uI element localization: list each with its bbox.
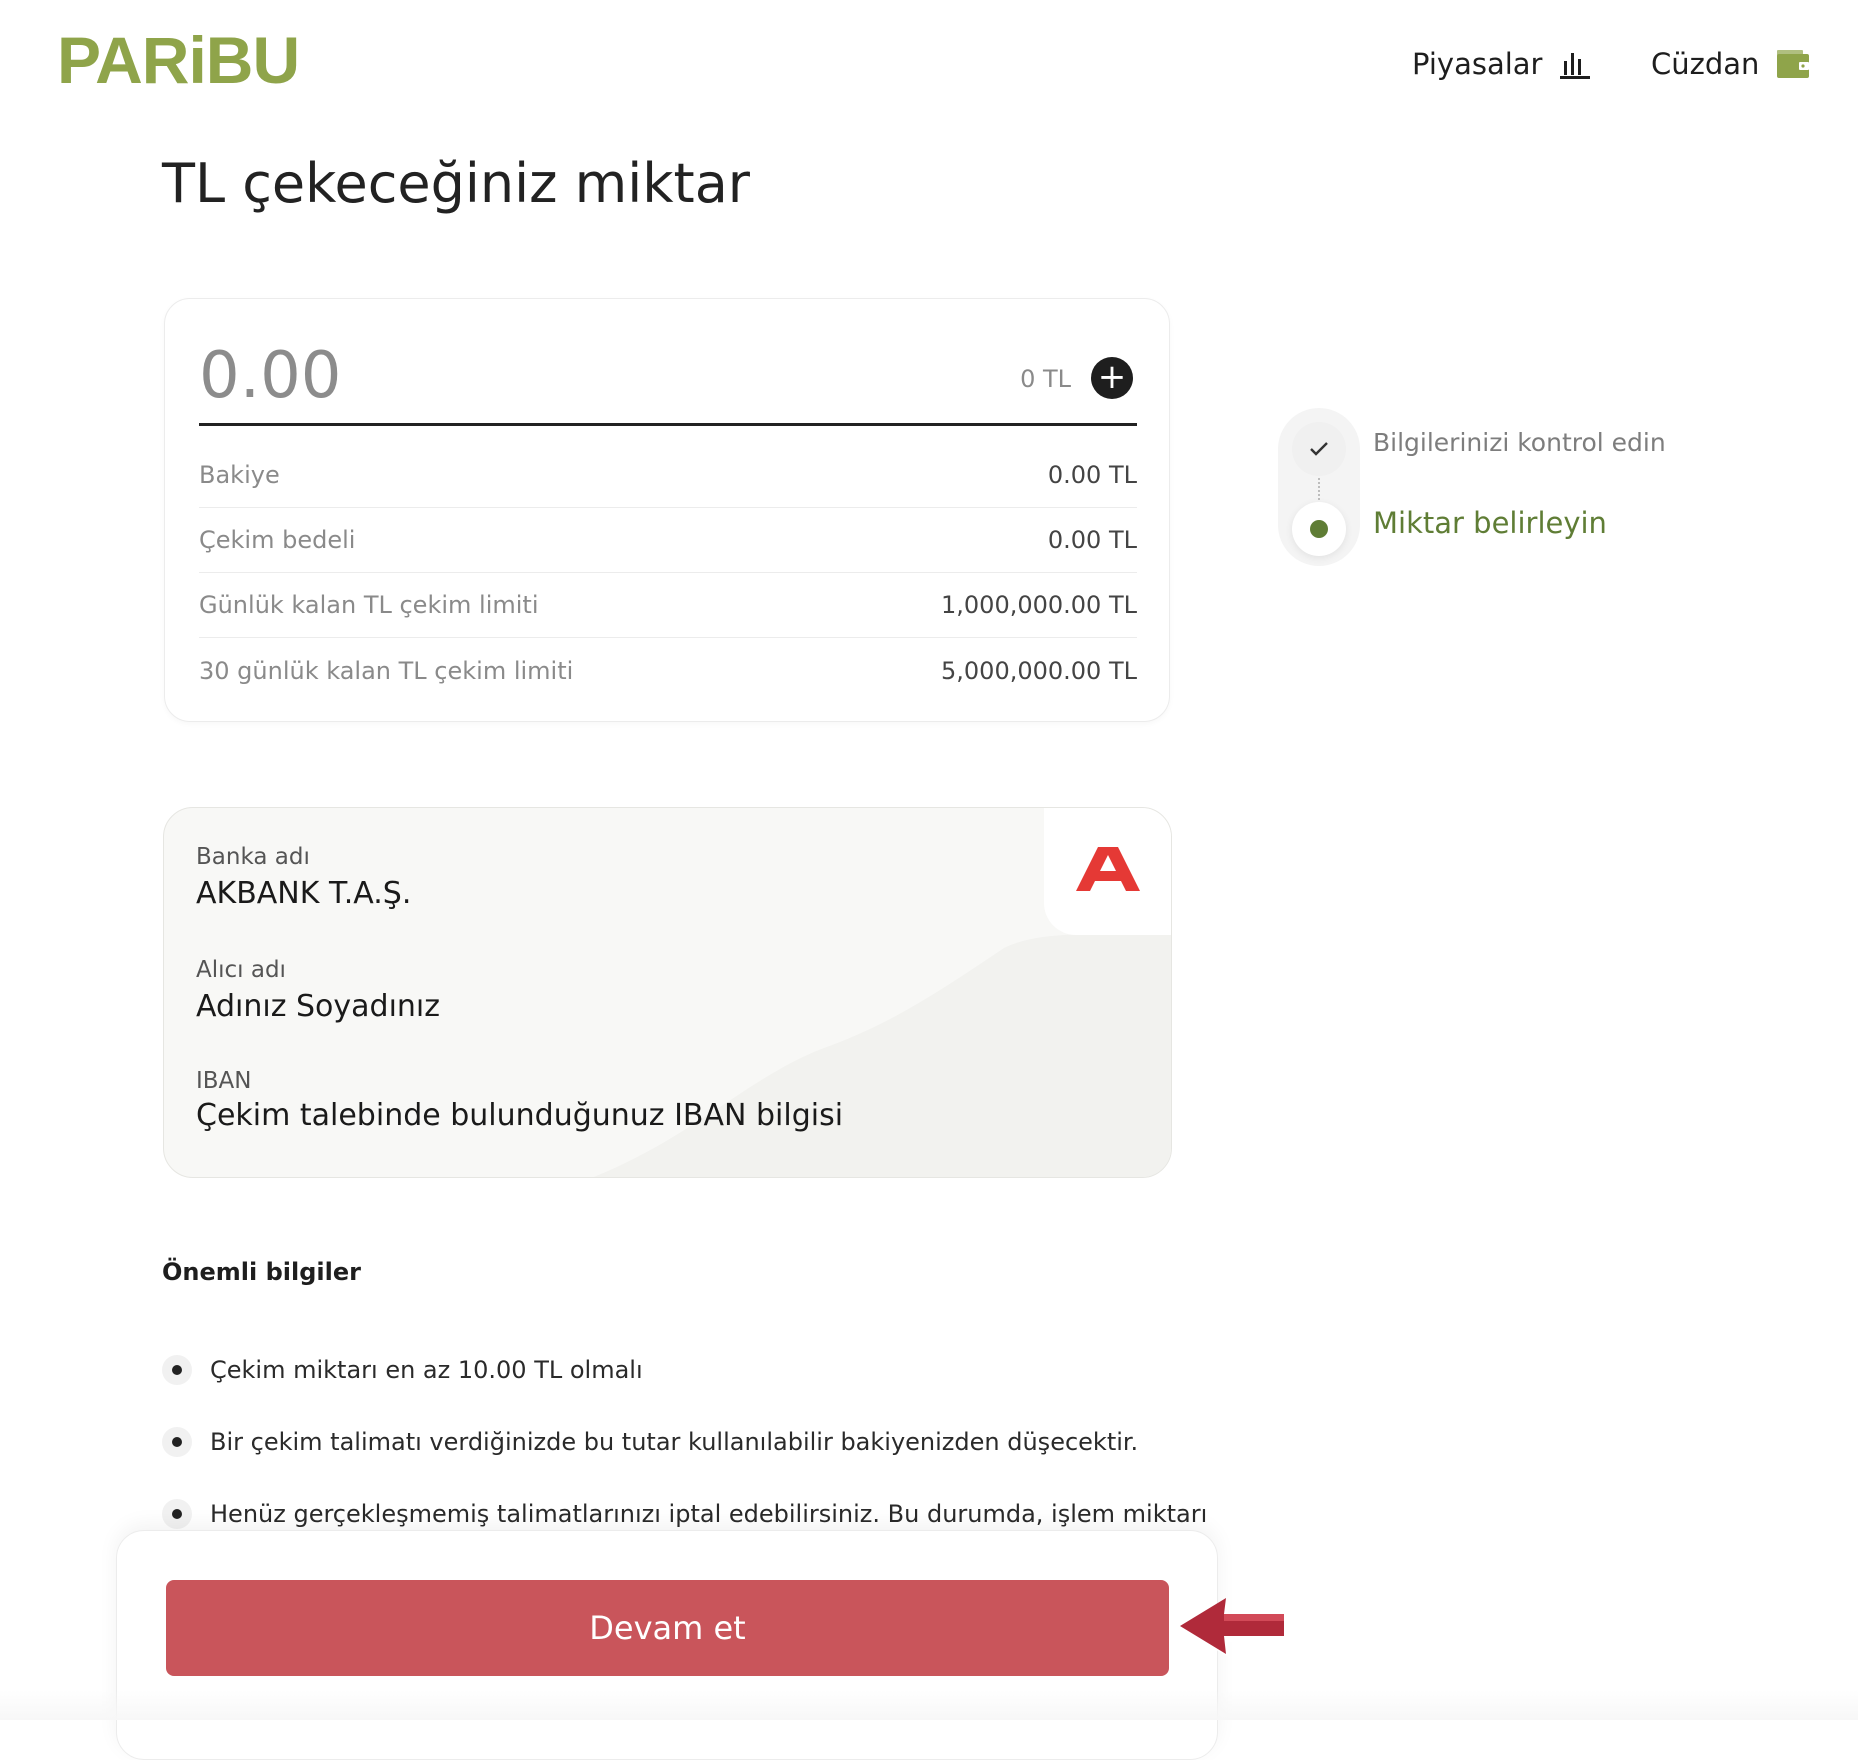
step-label-set-amount: Miktar belirleyin: [1373, 506, 1607, 540]
step-label-check-info: Bilgilerinizi kontrol edin: [1373, 428, 1666, 457]
bullet-icon: [162, 1427, 192, 1457]
bank-logo-tile: [1044, 808, 1171, 935]
bullet-icon: [162, 1499, 192, 1529]
info-row-value: 0.00 TL: [1047, 526, 1137, 554]
iban-value: Çekim talebinde bulunduğunuz IBAN bilgis…: [196, 1098, 844, 1133]
info-row-daily-limit: Günlük kalan TL çekim limiti 1,000,000.0…: [199, 573, 1137, 638]
list-item: Bir çekim talimatı verdiğinizde bu tutar…: [162, 1427, 1138, 1457]
bullet-icon: [162, 1355, 192, 1385]
annotation-arrow-icon: [1180, 1598, 1288, 1658]
list-item: Henüz gerçekleşmemiş talimatlarınızı ipt…: [162, 1499, 1207, 1529]
info-row-value: 0.00 TL: [1047, 461, 1137, 489]
chart-bars-icon: [1558, 49, 1592, 79]
info-row-value: 1,000,000.00 TL: [941, 591, 1137, 619]
info-row-label: Bakiye: [199, 461, 280, 489]
info-row-30day-limit: 30 günlük kalan TL çekim limiti 5,000,00…: [199, 638, 1137, 703]
akbank-logo-icon: [1076, 847, 1140, 891]
list-item: Çekim miktarı en az 10.00 TL olmalı: [162, 1355, 643, 1385]
info-row-label: 30 günlük kalan TL çekim limiti: [199, 656, 574, 685]
step-done-indicator: [1292, 422, 1346, 476]
recipient-label: Alıcı adı: [196, 957, 286, 983]
info-row-label: Günlük kalan TL çekim limiti: [199, 591, 539, 619]
info-row-value: 5,000,000.00 TL: [941, 656, 1137, 685]
bank-name-label: Banka adı: [196, 844, 310, 870]
paribu-logo[interactable]: PARiBU: [57, 20, 300, 100]
important-info-title: Önemli bilgiler: [162, 1258, 361, 1286]
step-connector: [1318, 478, 1320, 500]
active-dot-icon: [1310, 520, 1328, 538]
info-row-balance: Bakiye 0.00 TL: [199, 443, 1137, 508]
amount-currency-readout: 0 TL: [1020, 365, 1071, 393]
iban-label: IBAN: [196, 1068, 252, 1094]
list-item-text: Bir çekim talimatı verdiğinizde bu tutar…: [210, 1428, 1139, 1456]
continue-button[interactable]: Devam et: [166, 1580, 1169, 1676]
amount-input[interactable]: [199, 339, 899, 413]
plus-icon: +: [1097, 357, 1127, 397]
nav-piyasalar[interactable]: Piyasalar: [1412, 42, 1592, 86]
info-row-fee: Çekim bedeli 0.00 TL: [199, 508, 1137, 573]
info-row-label: Çekim bedeli: [199, 526, 356, 554]
page-title: TL çekeceğiniz miktar: [162, 152, 750, 215]
add-amount-button[interactable]: +: [1091, 357, 1133, 399]
amount-underline: [199, 423, 1137, 426]
list-item-text: Henüz gerçekleşmemiş talimatlarınızı ipt…: [210, 1500, 1208, 1528]
stepper: [1278, 408, 1360, 566]
bank-name-value: AKBANK T.A.Ş.: [196, 876, 412, 911]
check-icon: [1310, 442, 1328, 456]
decorative-wave: [593, 928, 1171, 1177]
step-active-indicator: [1292, 502, 1346, 556]
bank-info-card: Banka adı AKBANK T.A.Ş. Alıcı adı Adınız…: [163, 807, 1172, 1178]
nav-cuzdan-label: Cüzdan: [1651, 47, 1760, 81]
amount-card: 0 TL + Bakiye 0.00 TL Çekim bedeli 0.00 …: [164, 298, 1170, 722]
wallet-icon: [1775, 48, 1811, 80]
bottom-fade: [0, 1690, 1858, 1720]
list-item-text: Çekim miktarı en az 10.00 TL olmalı: [210, 1356, 643, 1384]
nav-cuzdan[interactable]: Cüzdan: [1651, 42, 1811, 86]
nav-piyasalar-label: Piyasalar: [1412, 47, 1543, 81]
recipient-value: Adınız Soyadınız: [196, 989, 441, 1024]
